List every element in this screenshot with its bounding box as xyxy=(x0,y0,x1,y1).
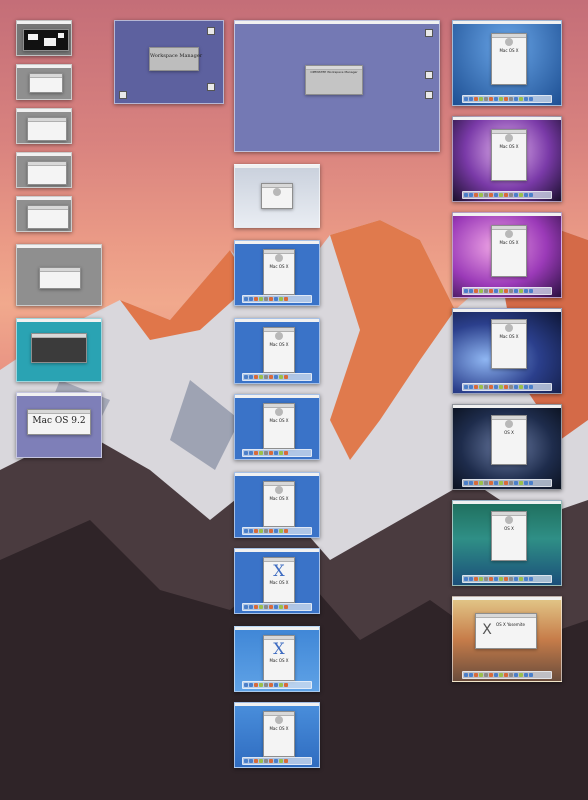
dock xyxy=(241,527,313,535)
about-dialog: OS X xyxy=(491,511,527,561)
recycler-icon xyxy=(207,83,215,91)
dialog-title: Mac OS X xyxy=(499,240,519,245)
about-dialog: Mac OS X xyxy=(263,711,295,757)
about-dialog: Mac OS X xyxy=(491,319,527,369)
about-dialog xyxy=(261,183,293,209)
dock xyxy=(461,383,553,391)
dialog-title: OS X xyxy=(504,430,514,435)
about-dialog: X Mac OS X xyxy=(263,557,295,603)
system-7-5-thumbnail[interactable] xyxy=(16,152,72,188)
dialog-title: OPENSTEP Workspace Manager xyxy=(310,70,358,74)
about-dialog: X OS X Yosemite xyxy=(475,613,537,649)
workspace-manager-dialog: Workspace Manager xyxy=(149,47,203,71)
dialog-title: OS X xyxy=(504,526,514,531)
folder-icon xyxy=(425,71,433,79)
openstep-thumbnail[interactable]: OPENSTEP Workspace Manager xyxy=(234,20,440,152)
x-logo: X xyxy=(273,639,285,658)
mac-os-x-10-2-thumbnail[interactable]: Mac OS X xyxy=(234,472,320,538)
about-dialog: Mac OS X xyxy=(491,129,527,181)
dialog-title: Workspace Manager xyxy=(150,53,203,59)
mac-os-x-10-3-thumbnail[interactable]: X Mac OS X xyxy=(234,548,320,614)
mac-os-x-10-4-thumbnail[interactable]: X Mac OS X xyxy=(234,626,320,692)
nextstep-icon xyxy=(207,27,215,35)
dialog-title: Mac OS X xyxy=(499,144,519,149)
about-dialog xyxy=(27,161,67,185)
dock xyxy=(461,575,553,583)
x-logo: X xyxy=(482,622,492,638)
dock xyxy=(241,449,313,457)
leopard-thumbnail[interactable]: Mac OS X xyxy=(452,20,562,106)
dialog-title: Mac OS X xyxy=(269,264,289,269)
mac-os-x-10-1-thumbnail[interactable]: Mac OS X xyxy=(234,394,320,460)
system-7-thumbnail[interactable] xyxy=(16,108,72,144)
about-dialog xyxy=(27,205,69,229)
macos-9-2-thumbnail[interactable]: Mac OS 9.2 xyxy=(16,392,102,458)
dock xyxy=(461,191,553,199)
macos-8-5-thumbnail[interactable] xyxy=(16,244,102,306)
dock xyxy=(241,295,313,303)
system-1-thumbnail[interactable] xyxy=(16,20,72,56)
dock xyxy=(241,681,313,689)
desktop: Mac OS 9.2 Workspace Manager OPENSTEP Wo… xyxy=(0,0,588,800)
dock xyxy=(461,671,553,679)
macos-9-thumbnail[interactable] xyxy=(16,318,102,382)
system-6-thumbnail[interactable] xyxy=(16,64,72,100)
about-dialog xyxy=(23,29,69,51)
dialog-title: Mac OS X xyxy=(269,418,289,423)
lion-thumbnail[interactable]: Mac OS X xyxy=(452,308,562,394)
mac-os-x-10-4-tiger-thumbnail[interactable]: Mac OS X xyxy=(234,702,320,768)
about-dialog: Mac OS X xyxy=(491,33,527,85)
about-dialog xyxy=(39,267,81,289)
about-dialog: OS X xyxy=(491,415,527,465)
dock xyxy=(241,603,313,611)
about-dialog: Mac OS X xyxy=(263,249,295,295)
dock xyxy=(241,373,313,381)
leopard-aurora-thumbnail[interactable]: Mac OS X xyxy=(452,116,562,202)
dock xyxy=(461,479,553,487)
mavericks-thumbnail[interactable]: OS X xyxy=(452,500,562,586)
cow-pattern-icon xyxy=(28,33,64,46)
dialog-title: Mac OS X xyxy=(269,726,289,731)
about-dialog xyxy=(29,73,63,93)
nextstep-thumbnail[interactable]: Workspace Manager xyxy=(114,20,224,104)
dialog-title: OS X Yosemite xyxy=(496,622,525,627)
about-dialog: Mac OS X xyxy=(263,327,295,373)
about-dialog: Mac OS X xyxy=(491,225,527,277)
dock xyxy=(461,95,553,103)
about-dialog: X Mac OS X xyxy=(263,635,295,681)
yosemite-thumbnail[interactable]: X OS X Yosemite xyxy=(452,596,562,682)
dock-icon xyxy=(119,91,127,99)
dialog-title: Mac OS X xyxy=(269,342,289,347)
about-dialog: Mac OS 9.2 xyxy=(27,409,91,435)
recycler-icon xyxy=(425,91,433,99)
macos-8-thumbnail[interactable] xyxy=(16,196,72,232)
dialog-title: Mac OS X xyxy=(269,496,289,501)
dialog-title: Mac OS X xyxy=(269,658,289,663)
about-dialog xyxy=(31,333,87,363)
x-logo: X xyxy=(273,561,285,580)
snow-leopard-thumbnail[interactable]: Mac OS X xyxy=(452,212,562,298)
about-dialog xyxy=(27,117,67,141)
dialog-title: Mac OS X xyxy=(499,334,519,339)
rhapsody-thumbnail[interactable] xyxy=(234,164,320,228)
dialog-title: Mac OS 9.2 xyxy=(32,416,86,426)
workspace-manager-dialog: OPENSTEP Workspace Manager xyxy=(305,65,363,95)
mac-os-x-beta-thumbnail[interactable]: Mac OS X xyxy=(234,240,320,306)
about-dialog: Mac OS X xyxy=(263,481,295,527)
disk-icon xyxy=(425,29,433,37)
mac-os-x-10-0-thumbnail[interactable]: Mac OS X xyxy=(234,318,320,384)
mountain-lion-thumbnail[interactable]: OS X xyxy=(452,404,562,490)
about-dialog: Mac OS X xyxy=(263,403,295,449)
dock xyxy=(461,287,553,295)
dialog-title: Mac OS X xyxy=(269,580,289,585)
dialog-title: Mac OS X xyxy=(499,48,519,53)
dock xyxy=(241,757,313,765)
